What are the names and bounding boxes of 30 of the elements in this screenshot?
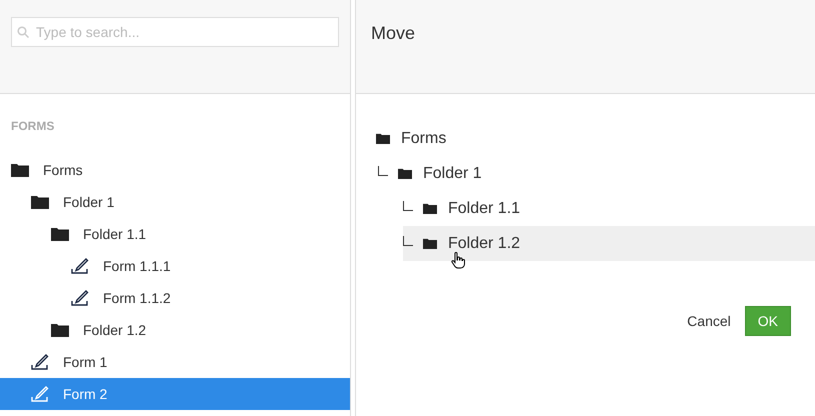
folder-option[interactable]: Folder 1.2: [403, 226, 815, 261]
search-field[interactable]: Type to search...: [11, 17, 339, 47]
hand-cursor-icon: [451, 252, 467, 269]
tree-connector-icon: [378, 166, 388, 176]
folder-icon: [423, 203, 437, 214]
tree-item[interactable]: Folder 1.2: [0, 314, 350, 346]
dialog-title: Move: [371, 23, 416, 43]
tree-item[interactable]: Form 2: [0, 378, 350, 410]
tree-connector-icon: [403, 236, 413, 246]
pencil-form-icon: [71, 290, 89, 306]
section-label: FORMS: [10, 118, 56, 135]
cancel-button[interactable]: Cancel: [685, 306, 733, 336]
folder-icon: [11, 163, 29, 177]
folder-icon: [398, 168, 412, 179]
pencil-form-icon: [31, 386, 49, 402]
tree-item[interactable]: Folder 1.1: [0, 218, 350, 250]
folder-icon: [31, 195, 49, 209]
tree-connector-icon: [403, 200, 413, 210]
tree-item[interactable]: Folder 1: [0, 186, 350, 218]
folder-icon: [376, 133, 390, 144]
folder-icon: [51, 323, 69, 337]
search-icon: [17, 26, 29, 38]
tree-item[interactable]: Form 1.1.1: [0, 250, 350, 282]
pencil-form-icon: [71, 258, 89, 274]
pencil-form-icon: [31, 354, 49, 370]
folder-icon: [423, 238, 437, 249]
folder-icon: [51, 227, 69, 241]
tree-item[interactable]: Forms: [0, 154, 350, 186]
tree-item[interactable]: Form 1.1.2: [0, 282, 350, 314]
tree-item[interactable]: Form 1: [0, 346, 350, 378]
